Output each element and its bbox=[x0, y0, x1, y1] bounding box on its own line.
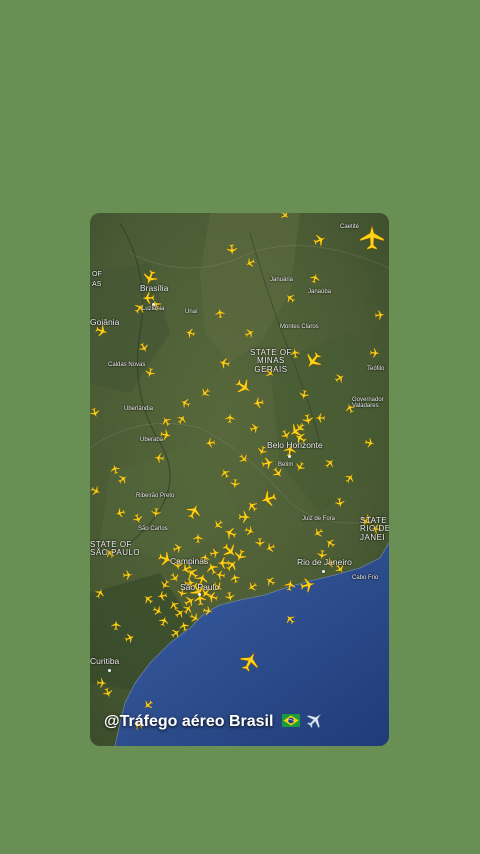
city-label-campinas: Campinas bbox=[170, 556, 209, 566]
city-label-sao-carlos: São Carlos bbox=[138, 526, 168, 532]
brazil-flag-icon bbox=[281, 714, 300, 727]
flight-map-card: STATE OF MINAS GERAIS STATE OF SÃO PAULO… bbox=[90, 213, 389, 746]
city-label-uberaba: Uberaba bbox=[140, 437, 164, 443]
state-label-minas: STATE OF MINAS GERAIS bbox=[250, 348, 292, 374]
city-label-caetite: Caetité bbox=[340, 224, 360, 230]
city-label-curitiba: Curitiba bbox=[90, 656, 120, 666]
city-label-brasilia: Brasília bbox=[140, 283, 169, 293]
city-dot bbox=[288, 455, 291, 458]
watermark-text: @Tráfego aéreo Brasil bbox=[104, 713, 274, 730]
city-label-cabo-frio: Cabo Frio bbox=[352, 575, 379, 581]
city-label-ribeirao-preto: Ribeirão Preto bbox=[136, 493, 175, 499]
city-label-montes-claros: Montes Claros bbox=[280, 324, 319, 330]
city-label-teofilo: Teófilo bbox=[367, 366, 385, 372]
channel-watermark: @Tráfego aéreo Brasil bbox=[104, 711, 324, 731]
city-label-juiz-de-fora: Juiz de Fora bbox=[302, 516, 336, 522]
airplane-icon bbox=[307, 714, 322, 729]
satellite-map[interactable] bbox=[90, 213, 389, 746]
city-label-janauba: Janaúba bbox=[308, 289, 332, 295]
city-label-caldas-novas: Caldas Novas bbox=[108, 362, 146, 368]
city-label-betim: Betim bbox=[278, 462, 294, 468]
city-label-governador-valadares: Governador Valadares bbox=[352, 397, 384, 409]
city-label-belo-horizonte: Belo Horizonte bbox=[267, 440, 323, 450]
state-label-rio: STATE OF RIO DE JANEI bbox=[360, 516, 389, 542]
city-dot bbox=[322, 570, 325, 573]
city-dot bbox=[198, 593, 201, 596]
city-label-uberlandia: Uberlândia bbox=[124, 406, 154, 412]
city-dot bbox=[108, 669, 111, 672]
edge-label: OF bbox=[92, 271, 102, 278]
city-label-sao-paulo: São Paulo bbox=[180, 582, 220, 592]
screen: STATE OF MINAS GERAIS STATE OF SÃO PAULO… bbox=[0, 0, 480, 854]
city-label-januaria: Januária bbox=[270, 277, 294, 283]
state-label-sao-paulo: STATE OF SÃO PAULO bbox=[90, 540, 141, 558]
city-label-goiania: Goiânia bbox=[90, 317, 120, 327]
city-label-rio-de-janeiro: Rio de Janeiro bbox=[297, 557, 352, 567]
city-label-unai: Unaí bbox=[185, 309, 198, 315]
city-label-luziania: Luziânia bbox=[142, 306, 165, 312]
edge-label: AS bbox=[92, 281, 102, 288]
